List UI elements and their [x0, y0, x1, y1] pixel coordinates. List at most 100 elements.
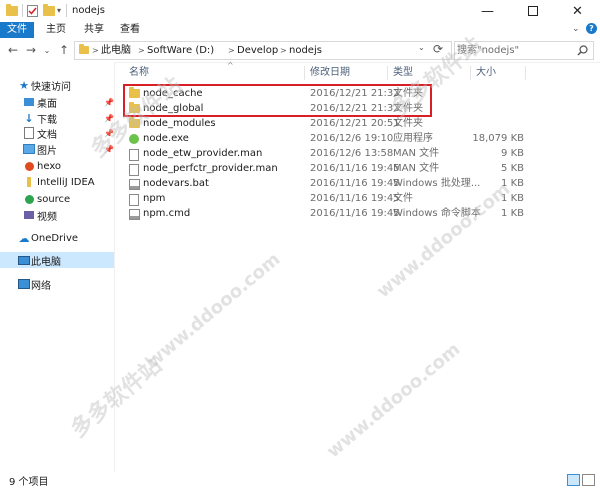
back-arrow-icon[interactable]: ← [6, 42, 20, 58]
breadcrumb-nodejs[interactable]: nodejs [289, 42, 322, 59]
chevron-right-icon[interactable]: > [280, 42, 287, 59]
chevron-right-icon[interactable]: > [138, 42, 145, 59]
computer-icon [18, 255, 30, 266]
item-count: 9 个项目 [9, 477, 49, 488]
nav-item-network[interactable]: 网络 [0, 276, 114, 292]
table-row[interactable]: npm.cmd 2016/11/16 19:45 Windows 命令脚本 1 … [124, 206, 524, 222]
hexo-icon [23, 161, 35, 172]
chevron-right-icon[interactable]: > [92, 42, 99, 59]
bat-icon [129, 209, 140, 220]
up-arrow-icon[interactable]: ↑ [57, 42, 71, 58]
file-date: 2016/12/6 13:58 [310, 148, 394, 159]
large-icons-view-icon[interactable] [582, 474, 595, 486]
nav-item-documents[interactable]: 文档 📌 [0, 125, 114, 141]
file-name: npm [143, 193, 166, 204]
network-icon [18, 279, 30, 290]
file-type: MAN 文件 [393, 163, 440, 174]
file-size: 5 KB [501, 163, 524, 174]
file-type: 应用程序 [393, 133, 433, 144]
window-title: nodejs [72, 5, 105, 16]
tab-home[interactable]: 主页 [42, 22, 70, 38]
table-row[interactable]: node_etw_provider.man 2016/12/6 13:58 MA… [124, 146, 524, 162]
tab-share[interactable]: 共享 [80, 22, 108, 38]
picture-icon [23, 144, 35, 155]
nav-label: 下载 [37, 114, 57, 126]
nav-item-quick-access[interactable]: ★ 快速访问 [0, 77, 114, 93]
file-date: 2016/11/16 19:45 [310, 193, 400, 204]
column-divider[interactable] [470, 66, 471, 80]
column-divider[interactable] [304, 66, 305, 80]
file-date: 2016/11/16 19:45 [310, 178, 400, 189]
folder-icon [79, 44, 89, 57]
nav-label: OneDrive [31, 232, 79, 244]
maximize-button[interactable] [510, 0, 555, 22]
table-row[interactable]: node_perfctr_provider.man 2016/11/16 19:… [124, 161, 524, 177]
address-dropdown-icon[interactable]: ⌄ [418, 43, 425, 52]
quick-access-dropdown-icon[interactable]: ▾ [57, 4, 61, 17]
column-header-name[interactable]: 名称 [129, 66, 149, 80]
file-size [464, 101, 524, 117]
column-divider[interactable] [387, 66, 388, 80]
tab-view[interactable]: 查看 [116, 22, 144, 38]
navigation-pane: ★ 快速访问 桌面 📌 ↓ 下载 📌 文档 📌 图片 📌 hexo Intell… [0, 62, 115, 472]
expand-ribbon-icon[interactable]: ⌄ [572, 24, 580, 34]
nav-label: IntelliJ IDEA [37, 176, 95, 188]
address-bar[interactable]: > 此电脑 > SoftWare (D:) > Develop > nodejs… [74, 41, 452, 60]
nav-item-hexo[interactable]: hexo [0, 158, 114, 174]
nav-label: 视频 [37, 211, 57, 223]
table-row[interactable]: npm 2016/11/16 19:45 文件 1 KB [124, 191, 524, 207]
file-icon [129, 194, 140, 206]
pin-icon[interactable]: 📌 [104, 114, 114, 123]
nav-item-onedrive[interactable]: ☁ OneDrive [0, 230, 114, 246]
column-header-date[interactable]: 修改日期 [310, 66, 350, 80]
nodejs-icon [129, 134, 140, 145]
nav-item-this-pc[interactable]: 此电脑 [0, 252, 114, 268]
star-icon: ★ [19, 78, 29, 92]
file-name: node_modules [143, 118, 216, 129]
properties-icon[interactable] [27, 4, 38, 17]
help-icon[interactable]: ? [586, 23, 597, 34]
details-view-icon[interactable] [567, 474, 580, 486]
pin-icon[interactable]: 📌 [104, 145, 114, 154]
folder-icon [6, 3, 18, 17]
column-header-size[interactable]: 大小 [476, 66, 496, 80]
download-icon: ↓ [24, 111, 34, 125]
chevron-right-icon[interactable]: > [228, 42, 235, 59]
column-header-type[interactable]: 类型 [393, 66, 413, 80]
table-row[interactable]: nodevars.bat 2016/11/16 19:45 Windows 批处… [124, 176, 524, 192]
new-folder-icon[interactable] [43, 3, 55, 17]
nav-item-desktop[interactable]: 桌面 📌 [0, 94, 114, 110]
refresh-icon[interactable]: ⟳ [433, 42, 443, 56]
table-row[interactable]: node.exe 2016/12/6 19:10 应用程序 18,079 KB [124, 131, 524, 147]
breadcrumb-software-drive[interactable]: SoftWare (D:) [147, 42, 214, 59]
nav-item-pictures[interactable]: 图片 📌 [0, 141, 114, 157]
search-icon[interactable] [577, 45, 588, 56]
file-type: MAN 文件 [393, 148, 440, 159]
nav-item-intellij-idea[interactable]: IntelliJ IDEA [0, 174, 114, 190]
breadcrumb-this-pc[interactable]: 此电脑 [101, 42, 131, 59]
search-box[interactable] [454, 41, 594, 60]
pin-icon[interactable]: 📌 [104, 98, 114, 107]
breadcrumb-develop[interactable]: Develop [237, 42, 278, 59]
table-row[interactable]: node_modules 2016/12/21 20:51 文件夹 [124, 116, 524, 132]
tab-file[interactable]: 文件 [0, 22, 34, 38]
highlight-annotation [123, 84, 432, 117]
close-button[interactable]: ✕ [555, 0, 600, 22]
recent-locations-icon[interactable]: ⌄ [40, 42, 54, 58]
nav-item-downloads[interactable]: ↓ 下载 📌 [0, 110, 114, 126]
file-type: 文件 [393, 193, 413, 204]
nav-label: 网络 [31, 280, 51, 292]
nav-item-videos[interactable]: 视频 [0, 207, 114, 223]
nav-item-source[interactable]: source [0, 191, 114, 207]
search-input[interactable] [457, 42, 567, 59]
file-size: 9 KB [501, 148, 524, 159]
file-size [464, 116, 524, 132]
column-divider[interactable] [525, 66, 526, 80]
minimize-button[interactable]: — [465, 0, 510, 22]
file-name: npm.cmd [143, 208, 191, 219]
divider [22, 4, 23, 17]
file-name: node.exe [143, 133, 189, 144]
pin-icon[interactable]: 📌 [104, 129, 114, 138]
forward-arrow-icon[interactable]: → [24, 42, 38, 58]
nav-label: hexo [37, 160, 62, 172]
